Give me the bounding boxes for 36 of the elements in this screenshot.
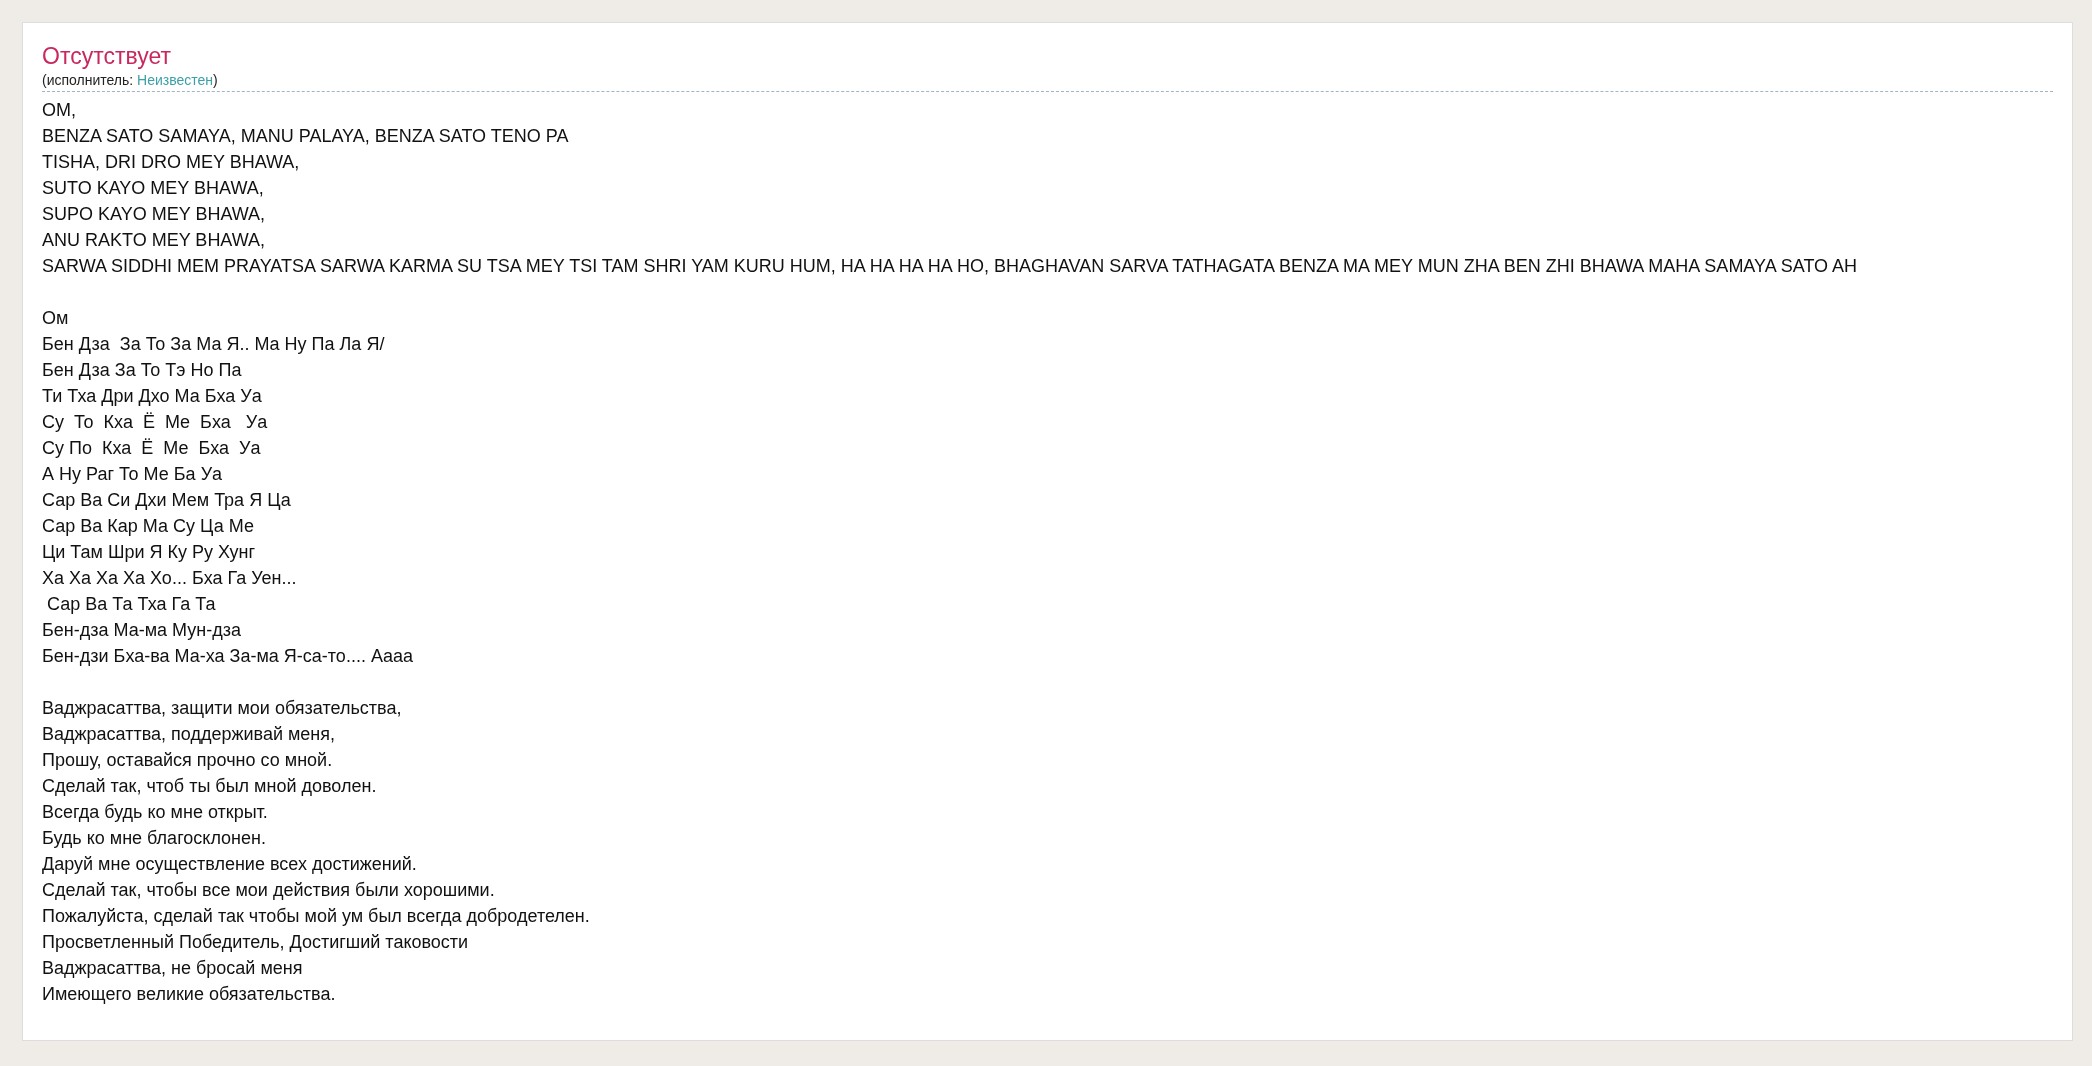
lyric-line: Бен Дза За То За Ма Я.. Ма Ну Па Ла Я/	[42, 333, 385, 356]
lyric-line: Сар Ва Си Дхи Мем Тра Я Ца	[42, 489, 291, 512]
lyric-line: TISHA, DRI DRO MEY BHAWA,	[42, 151, 300, 174]
lyric-line: SUTO KAYO MEY BHAWA,	[42, 177, 264, 200]
lyric-line: Просветленный Победитель, Достигший таковости	[42, 931, 469, 954]
lyric-line: Ваджрасаттва, поддерживай меня,	[42, 723, 336, 746]
lyric-line: Ваджрасаттва, не бросай меня	[42, 957, 303, 980]
lyric-line: Ти Тха Дри Дхо Ма Бха Уа	[42, 385, 262, 408]
lyric-line: Пожалуйста, сделай так чтобы мой ум был всегда добродетелен.	[42, 905, 590, 928]
lyric-line: Су То Кха Ё Ме Бха Уа	[42, 411, 268, 434]
lyric-line: Ваджрасаттва, защити мои обязательства,	[42, 697, 402, 720]
song-title: Отсутствует	[42, 42, 172, 71]
lyric-line: Бен-дза Ма-ма Мун-дза	[42, 619, 241, 642]
lyric-line: SARWA SIDDHI MEM PRAYATSA SARWA KARMA SU TSA MEY TSI TAM SHRI YAM KURU HUM, HA HA HA HA HO, BHAGHAVAN SARVA TATHAGATA BENZA MA MEY MUN ZHA BEN ZHI BHAWA MAHA SAMAYA SATO AH	[42, 255, 1858, 278]
lyric-line: Сар Ва Та Тха Га Та	[46, 593, 216, 616]
artist-link[interactable]: Неизвестен	[137, 72, 214, 88]
lyric-line: ANU RAKTO MEY BHAWA,	[42, 229, 266, 252]
artist-credit: (исполнитель: Неизвестен)	[42, 71, 219, 90]
lyric-line: Ци Там Шри Я Ку Ру Хунг	[42, 541, 256, 564]
lyric-line: Су По Кха Ё Ме Бха Уа	[42, 437, 261, 460]
lyric-line: SUPO KAYO MEY BHAWA,	[42, 203, 266, 226]
lyric-line: Ом	[42, 307, 69, 330]
lyric-line: Сделай так, чтобы все мои действия были хорошими.	[42, 879, 495, 902]
lyric-line: OM,	[42, 99, 76, 122]
lyric-line: BENZA SATO SAMAYA, MANU PALAYA, BENZA SATO TENO PA	[42, 125, 569, 148]
lyric-line: Сделай так, чтоб ты был мной доволен.	[42, 775, 377, 798]
lyric-line: Будь ко мне благосклонен.	[42, 827, 266, 850]
lyric-line: Бен Дза За То Тэ Но Па	[42, 359, 242, 382]
lyric-line: А Ну Раг То Ме Ба Уа	[42, 463, 223, 486]
lyric-line: Бен-дзи Бха-ва Ма-ха За-ма Я-са-то.... Аааа	[42, 645, 414, 668]
lyric-line: Имеющего великие обязательства.	[42, 983, 336, 1006]
lyric-line: Прошу, оставайся прочно со мной.	[42, 749, 333, 772]
lyric-line: Всегда будь ко мне открыт.	[42, 801, 268, 824]
lyric-line: Ха Ха Ха Ха Хо... Бха Га Уен...	[42, 567, 297, 590]
lyric-line: Даруй мне осуществление всех достижений.	[42, 853, 417, 876]
lyric-line: Сар Ва Кар Ма Су Ца Ме	[42, 515, 254, 538]
